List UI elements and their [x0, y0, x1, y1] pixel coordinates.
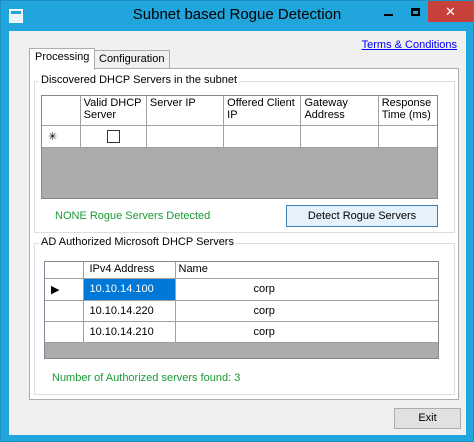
col-name[interactable]: Name: [175, 262, 438, 279]
offered-client-ip-cell[interactable]: [223, 125, 302, 148]
terms-and-conditions-link[interactable]: Terms & Conditions: [362, 39, 457, 51]
table-row[interactable]: 10.10.14.220 corp: [45, 300, 438, 322]
valid-dhcp-cell[interactable]: [80, 125, 147, 148]
discovered-dhcp-grid[interactable]: Valid DHCP Server Server IP Offered Clie…: [41, 95, 438, 199]
ad-authorized-group-title: AD Authorized Microsoft DHCP Servers: [39, 236, 236, 248]
tab-processing[interactable]: Processing: [29, 48, 96, 70]
row-header-corner: [42, 96, 81, 126]
title-bar[interactable]: Subnet based Rogue Detection ✕: [1, 1, 473, 31]
col-ipv4-address[interactable]: IPv4 Address: [83, 262, 176, 279]
name-cell[interactable]: corp: [175, 321, 438, 343]
rogue-status-text: NONE Rogue Servers Detected: [55, 210, 211, 222]
discovered-dhcp-group-title: Discovered DHCP Servers in the subnet: [39, 74, 240, 86]
server-name: corp: [253, 325, 275, 338]
col-gateway-address[interactable]: Gateway Address: [300, 96, 379, 126]
gateway-address-cell[interactable]: [300, 125, 379, 148]
ipv4-cell[interactable]: 10.10.14.220: [83, 300, 176, 322]
valid-dhcp-checkbox[interactable]: [106, 129, 120, 143]
col-server-ip[interactable]: Server IP: [146, 96, 225, 126]
table-row[interactable]: ▶ 10.10.14.100 corp: [45, 278, 438, 301]
name-cell[interactable]: corp: [175, 278, 438, 301]
discovered-dhcp-table: Valid DHCP Server Server IP Offered Clie…: [42, 96, 437, 148]
close-button[interactable]: ✕: [428, 1, 473, 22]
authorized-servers-grid[interactable]: IPv4 Address Name ▶ 10.10.14.100 corp 10…: [44, 261, 439, 359]
minimize-button[interactable]: [375, 1, 402, 22]
minimize-icon: [384, 13, 393, 16]
response-time-cell[interactable]: [378, 125, 437, 148]
row-header: [45, 300, 84, 322]
table-row[interactable]: 10.10.14.210 corp: [45, 321, 438, 343]
row-header-corner: [45, 262, 84, 279]
col-offered-client-ip[interactable]: Offered Client IP: [223, 96, 302, 126]
grid-header-row: Valid DHCP Server Server IP Offered Clie…: [42, 96, 437, 126]
current-row-marker: ▶: [45, 278, 84, 301]
ipv4-cell[interactable]: 10.10.14.100: [83, 278, 176, 301]
server-name: corp: [253, 304, 275, 317]
authorized-count-text: Number of Authorized servers found: 3: [52, 372, 241, 384]
ipv4-cell[interactable]: 10.10.14.210: [83, 321, 176, 343]
authorized-servers-table: IPv4 Address Name ▶ 10.10.14.100 corp 10…: [45, 262, 438, 343]
exit-button[interactable]: Exit: [394, 408, 461, 429]
server-name: corp: [253, 283, 275, 295]
tab-configuration[interactable]: Configuration: [93, 50, 171, 69]
maximize-icon: [410, 7, 420, 16]
new-row-marker: ✳: [42, 125, 81, 148]
row-header: [45, 321, 84, 343]
grid-header-row: IPv4 Address Name: [45, 262, 438, 279]
app-window: Subnet based Rogue Detection ✕ Terms & C…: [0, 0, 474, 442]
detect-rogue-servers-button[interactable]: Detect Rogue Servers: [286, 205, 438, 227]
close-icon: ✕: [445, 3, 456, 19]
server-ip-cell[interactable]: [146, 125, 225, 148]
col-valid-dhcp-server[interactable]: Valid DHCP Server: [80, 96, 147, 126]
maximize-button[interactable]: [402, 1, 428, 22]
name-cell[interactable]: corp: [175, 300, 438, 322]
new-row[interactable]: ✳: [42, 125, 437, 148]
col-response-time[interactable]: Response Time (ms): [378, 96, 437, 126]
